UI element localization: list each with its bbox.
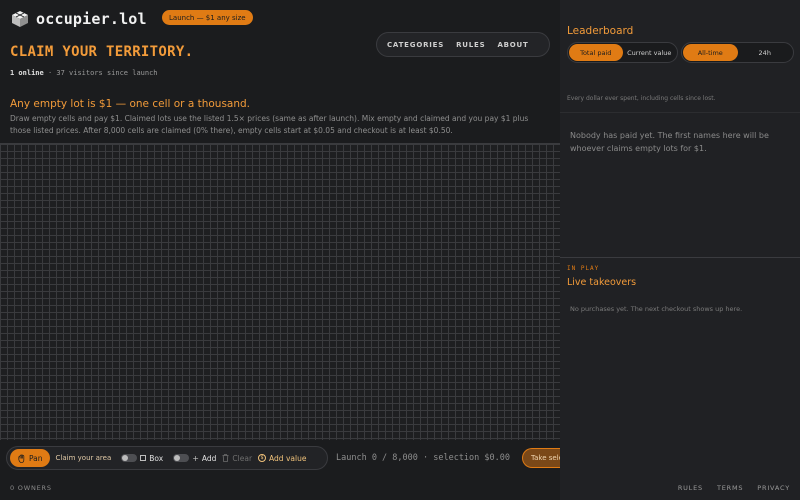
territory-grid[interactable]	[0, 143, 560, 440]
footer-terms-link[interactable]: TERMS	[717, 484, 743, 492]
online-count: 1 online	[10, 69, 44, 77]
visitor-count: · 37 visitors since launch	[47, 69, 158, 77]
offer-title: Any empty lot is $1 — one cell or a thou…	[10, 98, 251, 110]
in-play-eyebrow: IN PLAY	[567, 265, 600, 272]
pan-button[interactable]: Pan	[10, 449, 50, 467]
box-switch[interactable]	[121, 454, 138, 462]
tab-24h[interactable]: 24h	[738, 44, 793, 61]
add-toggle[interactable]: + Add	[169, 454, 216, 463]
brand-name: occupier.lol	[36, 10, 147, 28]
top-nav: CATEGORIES RULES ABOUT	[376, 32, 550, 57]
dollar-coin-icon: $	[258, 454, 267, 462]
add-label: Add	[201, 453, 217, 463]
cube-logo-icon	[12, 11, 28, 27]
offer-description: Draw empty cells and pay $1. Claimed lot…	[10, 114, 529, 135]
add-switch[interactable]	[173, 454, 190, 462]
add-value-label: Add value	[269, 453, 307, 463]
take-selection-button[interactable]: Take selection	[522, 448, 560, 468]
section-divider	[560, 257, 800, 258]
leaderboard-title: Leaderboard	[567, 25, 634, 37]
leaderboard-empty-state: Nobody has paid yet. The first names her…	[570, 131, 769, 153]
main-area: occupier.lol Launch — $1 any size CLAIM …	[0, 0, 560, 500]
leaderboard-divider	[560, 112, 800, 113]
metric-switch: Total paid Current value	[567, 42, 678, 63]
visitor-stats: 1 online · 37 visitors since launch	[10, 69, 158, 77]
box-label: Box	[149, 453, 164, 463]
trash-icon	[222, 454, 229, 462]
square-icon	[140, 455, 147, 461]
page-title: CLAIM YOUR TERRITORY.	[10, 44, 194, 60]
tab-current-value[interactable]: Current value	[623, 44, 677, 61]
footer-rules-link[interactable]: RULES	[678, 484, 703, 492]
side-panel: Leaderboard Total paid Current value All…	[560, 0, 800, 500]
clear-label: Clear	[232, 453, 253, 463]
nav-rules[interactable]: RULES	[456, 41, 485, 49]
footer-links: RULES TERMS PRIVACY	[678, 484, 790, 492]
brand[interactable]: occupier.lol	[10, 10, 147, 28]
pan-label: Pan	[29, 453, 43, 463]
leaderboard-note: Every dollar ever spent, including cells…	[567, 95, 716, 102]
launch-badge: Launch — $1 any size	[162, 10, 253, 25]
owners-count: 0 OWNERS	[10, 484, 52, 492]
add-value-button[interactable]: $ Add value	[258, 454, 306, 463]
period-switch: All-time 24h	[681, 42, 794, 63]
footer-privacy-link[interactable]: PRIVACY	[757, 484, 790, 492]
map-toolbar: Pan Claim your area Box + Add Clear $ Ad…	[6, 446, 328, 470]
plus-icon: +	[192, 453, 199, 463]
nav-about[interactable]: ABOUT	[497, 41, 528, 49]
tab-all-time[interactable]: All-time	[683, 44, 738, 61]
hand-icon	[18, 453, 25, 463]
claim-area-label: Claim your area	[55, 454, 112, 462]
box-toggle[interactable]: Box	[117, 454, 163, 463]
launch-counter: Launch 0 / 8,000 · selection $0.00	[336, 453, 510, 463]
tab-total-paid[interactable]: Total paid	[569, 44, 623, 61]
nav-categories[interactable]: CATEGORIES	[387, 41, 444, 49]
clear-button[interactable]: Clear	[222, 454, 252, 463]
takeovers-empty-state: No purchases yet. The next checkout show…	[570, 305, 743, 313]
live-takeovers-title: Live takeovers	[567, 277, 637, 288]
